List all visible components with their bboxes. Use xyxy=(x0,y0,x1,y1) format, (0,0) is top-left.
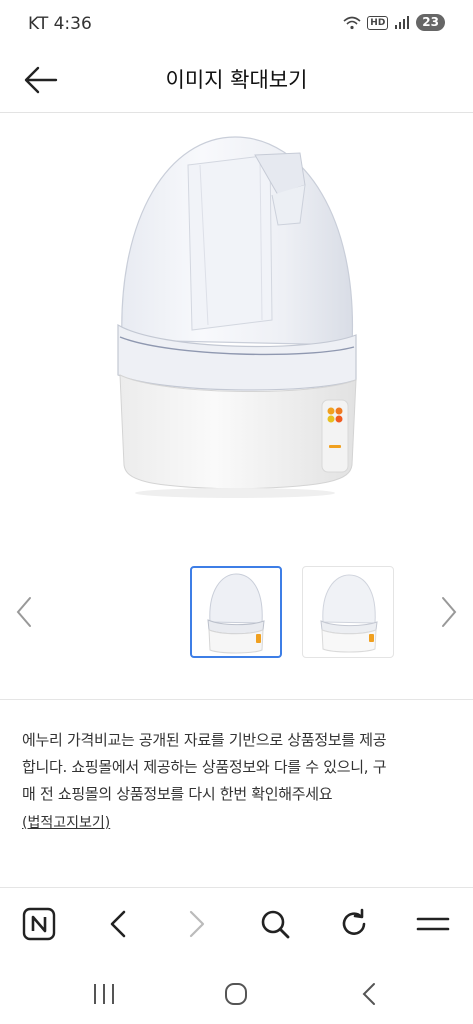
recents-icon xyxy=(94,984,114,1004)
status-time: KT 4:36 xyxy=(28,14,92,34)
chevron-left-icon xyxy=(16,597,31,627)
disclaimer-line: 에누리 가격비교는 공개된 자료를 기반으로 상품정보를 제공 xyxy=(22,731,387,749)
page-header: 이미지 확대보기 xyxy=(0,50,473,113)
thumbnail-1[interactable] xyxy=(190,566,282,658)
naver-home-button[interactable] xyxy=(17,902,61,946)
search-icon xyxy=(261,910,290,939)
arrow-left-icon xyxy=(24,66,58,94)
naver-icon xyxy=(22,907,56,941)
next-image-button[interactable] xyxy=(433,592,463,632)
system-navigation-bar xyxy=(0,960,473,1024)
section-divider xyxy=(0,699,473,700)
prev-image-button[interactable] xyxy=(10,592,40,632)
hd-icon: HD xyxy=(367,15,389,30)
menu-icon xyxy=(416,917,450,931)
recents-button[interactable] xyxy=(88,980,120,1008)
back-button[interactable] xyxy=(20,62,60,98)
browser-back-button[interactable] xyxy=(96,902,140,946)
refresh-button[interactable] xyxy=(332,902,376,946)
signal-icon xyxy=(395,16,410,29)
status-icons: HD 23 xyxy=(343,14,445,31)
status-bar: KT 4:36 HD 23 xyxy=(0,0,473,50)
menu-button[interactable] xyxy=(411,902,455,946)
thumbnail-image xyxy=(207,573,265,654)
home-icon xyxy=(225,983,247,1005)
forward-icon xyxy=(189,910,205,938)
browser-forward-button[interactable] xyxy=(175,902,219,946)
refresh-icon xyxy=(342,908,366,935)
browser-toolbar xyxy=(0,887,473,958)
wifi-icon xyxy=(343,16,361,29)
page-title: 이미지 확대보기 xyxy=(165,68,308,92)
thumbnail-2[interactable] xyxy=(302,566,394,658)
thumbnail-image xyxy=(320,574,378,653)
back-icon xyxy=(110,910,126,938)
chevron-right-icon xyxy=(442,597,457,627)
product-main-image[interactable] xyxy=(100,125,370,510)
battery-badge: 23 xyxy=(416,14,445,31)
system-back-button[interactable] xyxy=(354,978,386,1010)
disclaimer-text: 에누리 가격비교는 공개된 자료를 기반으로 상품정보를 제공 합니다. 쇼핑몰… xyxy=(22,727,452,808)
legal-notice-link[interactable]: (법적고지보기) xyxy=(22,812,110,832)
search-button[interactable] xyxy=(253,902,297,946)
home-button[interactable] xyxy=(220,978,252,1010)
disclaimer-line: 매 전 쇼핑몰의 상품정보를 다시 한번 확인해주세요 xyxy=(22,785,333,803)
disclaimer-line: 합니다. 쇼핑몰에서 제공하는 상품정보와 다를 수 있으니, 구 xyxy=(22,758,387,776)
back-icon xyxy=(362,983,375,1005)
